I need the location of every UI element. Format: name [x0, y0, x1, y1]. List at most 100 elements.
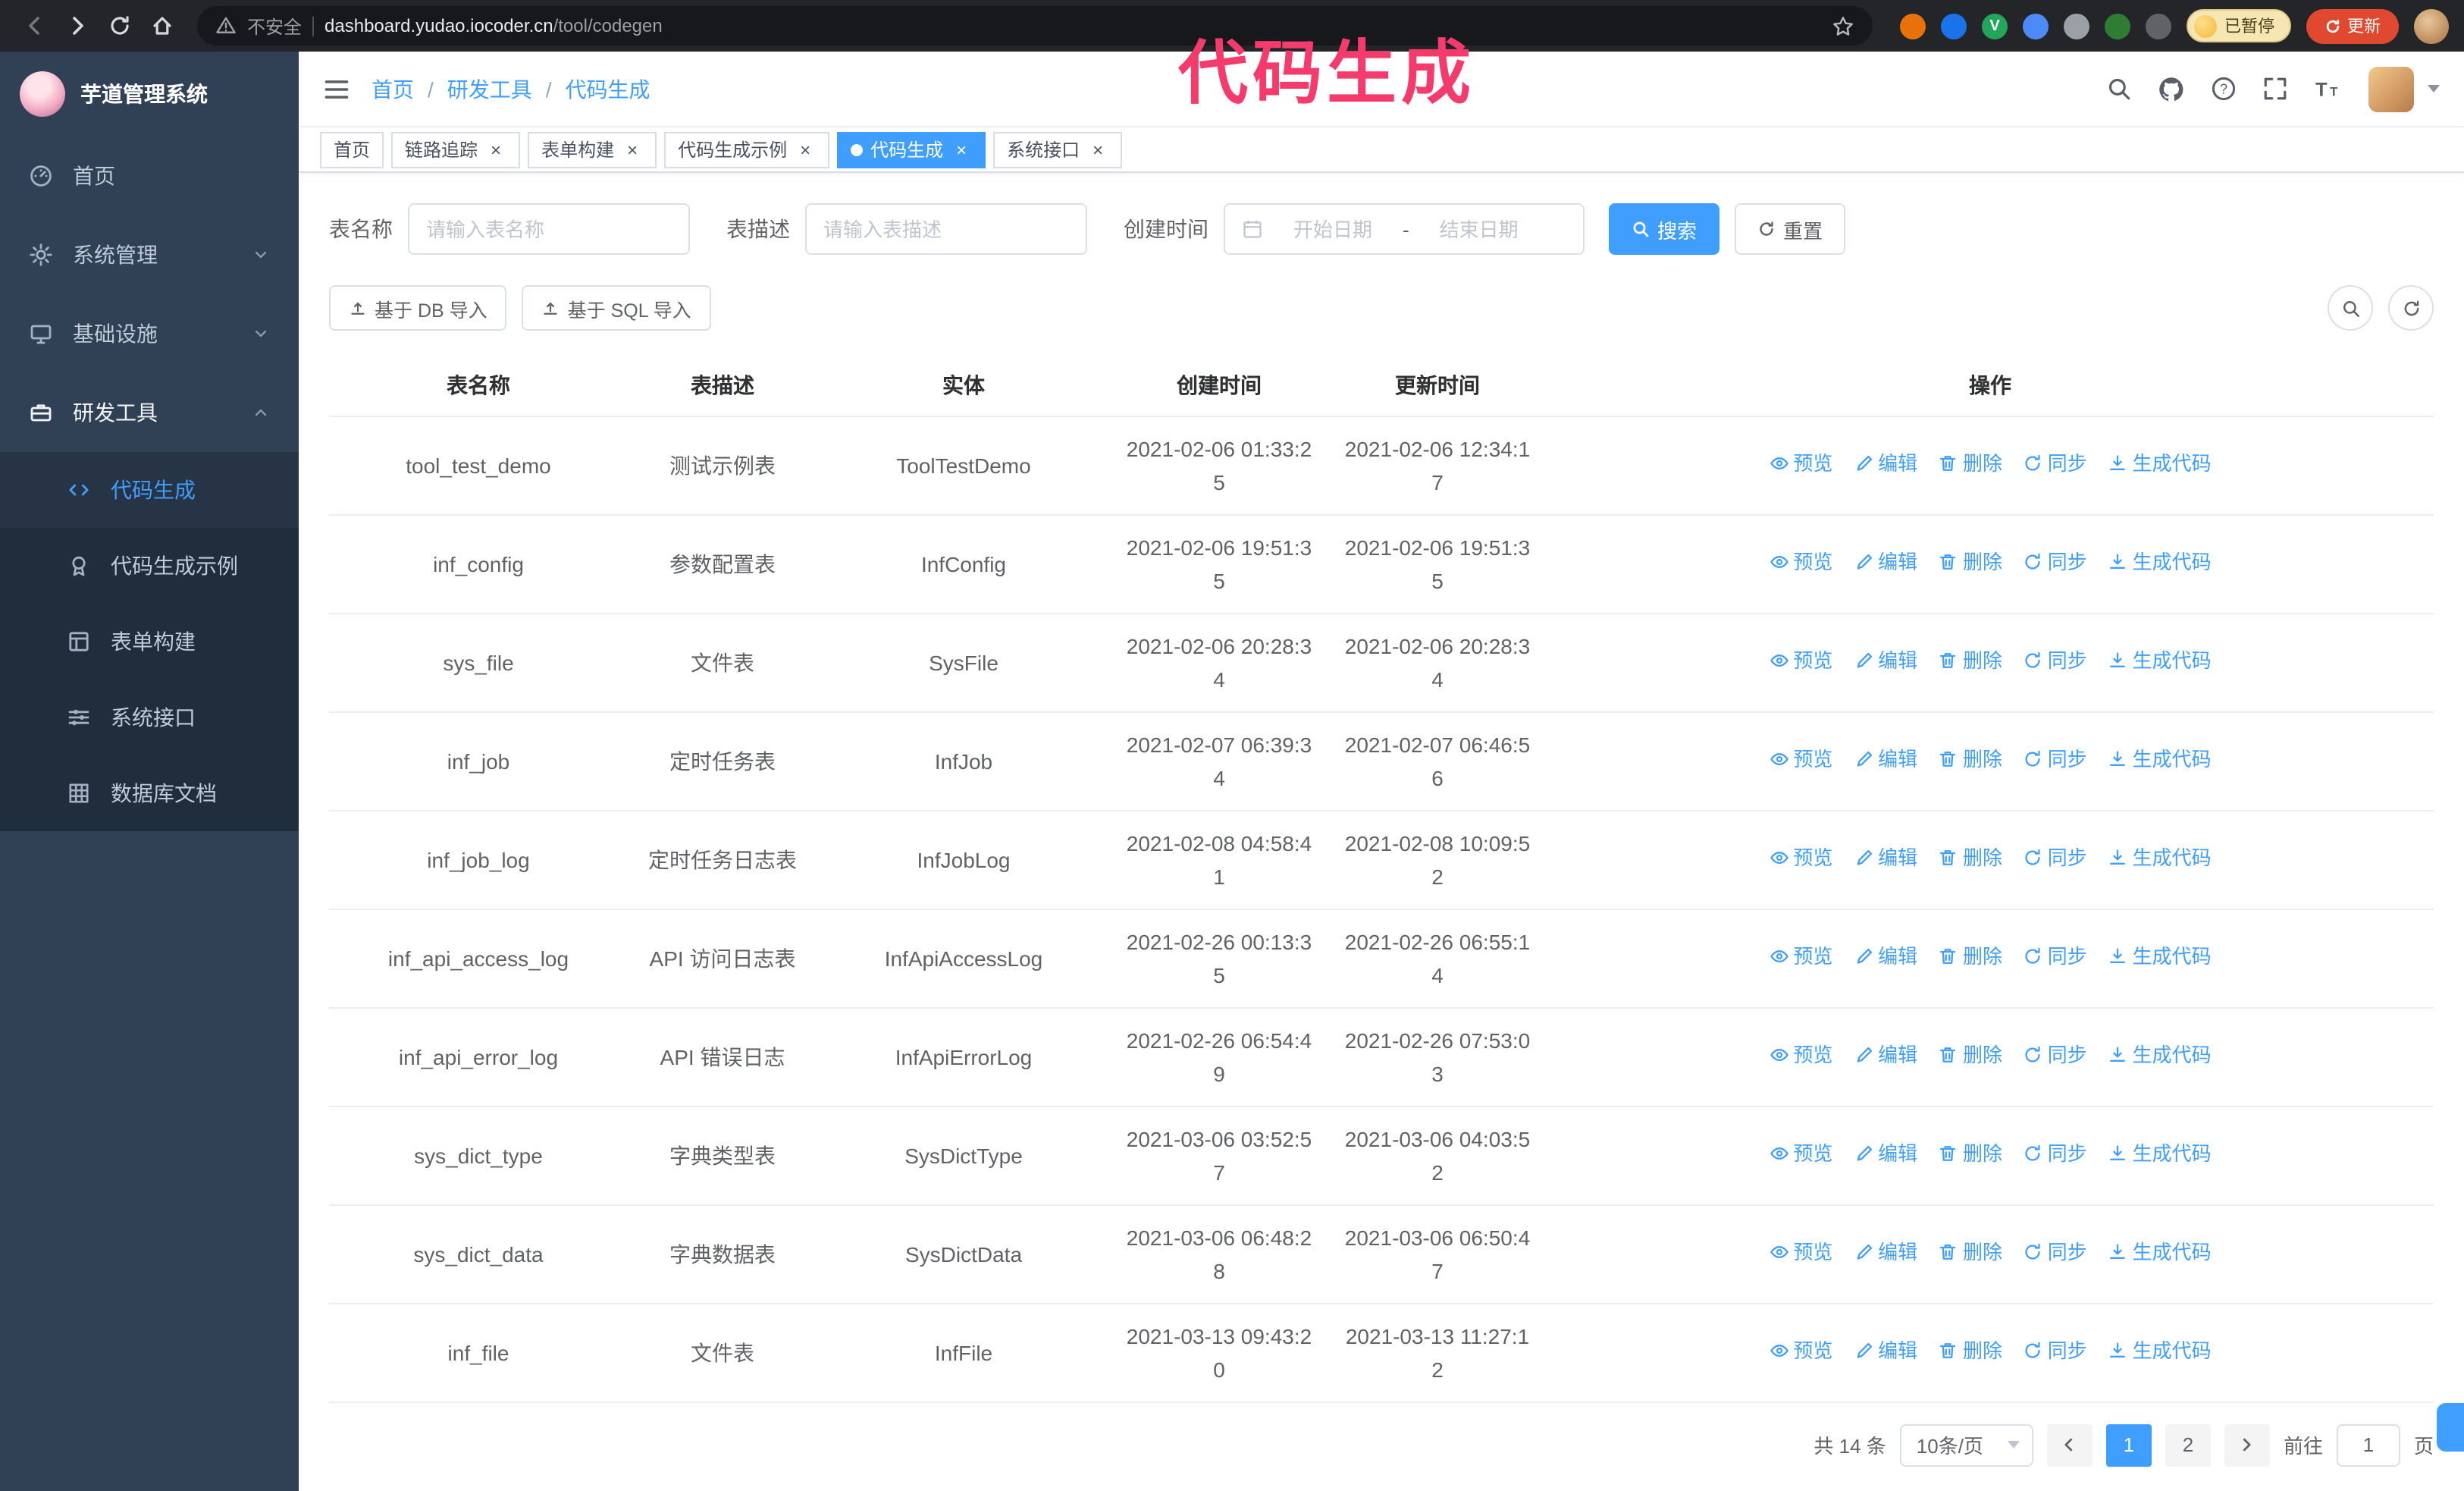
sync-action[interactable]: 同步 [2024, 1138, 2087, 1171]
sidebar-item-form-builder[interactable]: 表单构建 [0, 604, 299, 680]
search-icon[interactable] [2106, 76, 2132, 102]
sidebar-item-codegen[interactable]: 代码生成 [0, 452, 299, 528]
start-date-input[interactable] [1272, 218, 1393, 240]
tab-form-builder[interactable]: 表单构建 × [528, 131, 657, 168]
search-button[interactable]: 搜索 [1609, 203, 1720, 255]
delete-action[interactable]: 删除 [1939, 447, 2002, 481]
table-name-input[interactable] [426, 218, 672, 240]
generate-code-action[interactable]: 生成代码 [2108, 1039, 2212, 1072]
sync-action[interactable]: 同步 [2024, 1335, 2087, 1368]
extension-icon-4[interactable] [2023, 13, 2049, 39]
reset-button[interactable]: 重置 [1735, 203, 1846, 255]
table-desc-input[interactable] [823, 218, 1069, 240]
tab-trace[interactable]: 链路追踪 × [391, 131, 521, 168]
edit-action[interactable]: 编辑 [1854, 447, 1917, 481]
generate-code-action[interactable]: 生成代码 [2108, 743, 2212, 777]
edit-action[interactable]: 编辑 [1854, 1335, 1917, 1368]
page-button-2[interactable]: 2 [2165, 1424, 2211, 1466]
preview-action[interactable]: 预览 [1769, 645, 1832, 678]
help-icon[interactable]: ? [2211, 76, 2237, 102]
preview-action[interactable]: 预览 [1769, 743, 1832, 777]
extension-icon-7[interactable] [2146, 13, 2171, 39]
edit-action[interactable]: 编辑 [1854, 743, 1917, 777]
next-page-button[interactable] [2224, 1424, 2270, 1466]
extension-icon-6[interactable] [2105, 13, 2130, 39]
page-button-1[interactable]: 1 [2105, 1424, 2152, 1466]
sync-action[interactable]: 同步 [2024, 546, 2087, 579]
page-size-select[interactable]: 10条/页 [1899, 1424, 2033, 1466]
goto-page-input[interactable] [2336, 1424, 2400, 1466]
tab-home[interactable]: 首页 [320, 131, 384, 168]
sidebar-item-system-api[interactable]: 系统接口 [0, 680, 299, 755]
generate-code-action[interactable]: 生成代码 [2108, 447, 2212, 481]
toggle-search-button[interactable] [2328, 285, 2373, 331]
browser-update-button[interactable]: 更新 [2306, 8, 2399, 43]
sync-action[interactable]: 同步 [2024, 743, 2087, 777]
import-sql-button[interactable]: 基于 SQL 导入 [522, 285, 711, 331]
fullscreen-icon[interactable] [2262, 76, 2288, 102]
breadcrumb-item-codegen[interactable]: 代码生成 [566, 74, 650, 104]
tab-codegen-example[interactable]: 代码生成示例 × [664, 131, 830, 168]
delete-action[interactable]: 删除 [1939, 1039, 2002, 1072]
breadcrumb-item-devtools[interactable]: 研发工具 [447, 74, 532, 104]
edit-action[interactable]: 编辑 [1854, 1039, 1917, 1072]
font-size-icon[interactable]: TT [2314, 76, 2343, 102]
generate-code-action[interactable]: 生成代码 [2108, 940, 2212, 974]
sidebar-item-home[interactable]: 首页 [0, 137, 299, 215]
preview-action[interactable]: 预览 [1769, 940, 1832, 974]
import-db-button[interactable]: 基于 DB 导入 [329, 285, 507, 331]
browser-profile-avatar[interactable] [2414, 8, 2449, 43]
delete-action[interactable]: 删除 [1939, 940, 2002, 974]
edit-action[interactable]: 编辑 [1854, 1138, 1917, 1171]
extension-icon-2[interactable] [1941, 13, 1967, 39]
address-bar[interactable]: 不安全 dashboard.yudao.iocoder.cn/tool/code… [197, 6, 1873, 46]
delete-action[interactable]: 删除 [1939, 1138, 2002, 1171]
tab-codegen[interactable]: 代码生成 × [837, 131, 986, 168]
date-range-picker[interactable]: - [1224, 203, 1585, 255]
preview-action[interactable]: 预览 [1769, 842, 1832, 875]
sidebar-logo[interactable]: 芋道管理系统 [0, 52, 299, 137]
sync-action[interactable]: 同步 [2024, 645, 2087, 678]
breadcrumb-item-home[interactable]: 首页 [371, 74, 414, 104]
preview-action[interactable]: 预览 [1769, 447, 1832, 481]
browser-back-button[interactable] [15, 6, 55, 46]
sync-action[interactable]: 同步 [2024, 1236, 2087, 1270]
edit-action[interactable]: 编辑 [1854, 940, 1917, 974]
sidebar-item-infra[interactable]: 基础设施 [0, 294, 299, 373]
sidebar-item-devtools[interactable]: 研发工具 [0, 373, 299, 452]
edit-action[interactable]: 编辑 [1854, 645, 1917, 678]
close-icon[interactable]: × [485, 139, 506, 160]
end-date-input[interactable] [1418, 218, 1540, 240]
close-icon[interactable]: × [951, 139, 972, 160]
delete-action[interactable]: 删除 [1939, 743, 2002, 777]
sidebar-item-system[interactable]: 系统管理 [0, 215, 299, 294]
sync-action[interactable]: 同步 [2024, 842, 2087, 875]
tab-system-api[interactable]: 系统接口 × [993, 131, 1123, 168]
close-icon[interactable]: × [622, 139, 643, 160]
browser-forward-button[interactable] [58, 6, 97, 46]
sidebar-item-db-docs[interactable]: 数据库文档 [0, 755, 299, 831]
extension-icon-1[interactable] [1900, 13, 1926, 39]
generate-code-action[interactable]: 生成代码 [2108, 645, 2212, 678]
sync-action[interactable]: 同步 [2024, 940, 2087, 974]
sync-action[interactable]: 同步 [2024, 447, 2087, 481]
preview-action[interactable]: 预览 [1769, 1335, 1832, 1368]
extension-icon-5[interactable] [2064, 13, 2089, 39]
preview-action[interactable]: 预览 [1769, 1138, 1832, 1171]
generate-code-action[interactable]: 生成代码 [2108, 1236, 2212, 1270]
close-icon[interactable]: × [1087, 139, 1108, 160]
delete-action[interactable]: 删除 [1939, 842, 2002, 875]
paused-extension-badge[interactable]: 已暂停 [2187, 9, 2291, 42]
browser-refresh-button[interactable] [100, 6, 140, 46]
refresh-table-button[interactable] [2388, 285, 2434, 331]
close-icon[interactable]: × [795, 139, 816, 160]
preview-action[interactable]: 预览 [1769, 1039, 1832, 1072]
bookmark-star-icon[interactable] [1832, 14, 1854, 37]
delete-action[interactable]: 删除 [1939, 546, 2002, 579]
extension-icon-3[interactable] [1982, 13, 2008, 39]
generate-code-action[interactable]: 生成代码 [2108, 842, 2212, 875]
edit-action[interactable]: 编辑 [1854, 546, 1917, 579]
floating-button[interactable] [2437, 1403, 2464, 1452]
generate-code-action[interactable]: 生成代码 [2108, 546, 2212, 579]
generate-code-action[interactable]: 生成代码 [2108, 1138, 2212, 1171]
